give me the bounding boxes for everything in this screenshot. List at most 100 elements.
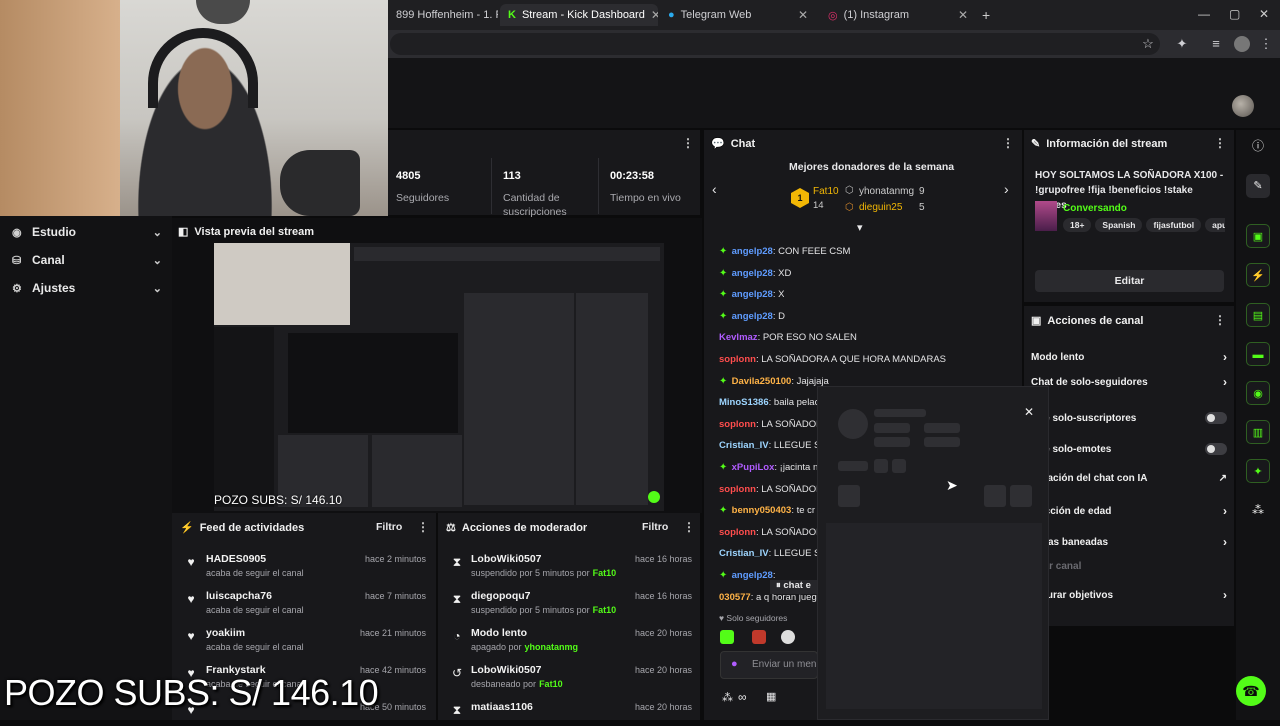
- help-icon[interactable]: ☎: [1236, 676, 1266, 706]
- store-icon[interactable]: ▦: [766, 690, 776, 703]
- chat-username[interactable]: soplonn: [719, 527, 756, 538]
- chat-username[interactable]: Davila250100: [732, 376, 792, 387]
- feed-filter-button[interactable]: Filtro: [376, 521, 402, 533]
- mod-target[interactable]: LoboWiki0507: [471, 553, 542, 565]
- mod-by[interactable]: Fat10: [539, 679, 563, 689]
- chevron-left-icon[interactable]: ‹: [712, 181, 717, 197]
- pencil-icon[interactable]: ✎: [1246, 174, 1270, 198]
- mic-icon[interactable]: ●: [731, 658, 738, 670]
- chat-paused-label: chat e: [783, 580, 811, 591]
- channel-action-item[interactable]: Modo lento ›: [1031, 350, 1227, 364]
- close-icon[interactable]: ✕: [798, 8, 808, 22]
- wrench-icon[interactable]: ✦: [1246, 459, 1270, 483]
- browser-tab-instagram[interactable]: ◎ (1) Instagram ✕: [820, 4, 976, 26]
- chat-username[interactable]: xPupiLox: [732, 462, 775, 473]
- close-icon[interactable]: ✕: [651, 8, 658, 22]
- chat-icon[interactable]: ▬: [1246, 342, 1270, 366]
- stream-preview-video[interactable]: [214, 243, 664, 511]
- mod-filter-button[interactable]: Filtro: [642, 521, 668, 533]
- channel-action-item[interactable]: Chat de solo-seguidores ›: [1031, 375, 1227, 389]
- extensions-icon[interactable]: ✦: [1174, 36, 1190, 52]
- category-name[interactable]: Conversando: [1063, 203, 1127, 214]
- minimize-icon[interactable]: —: [1198, 7, 1210, 21]
- infinity-icon[interactable]: ∞: [738, 690, 747, 704]
- emote-icon[interactable]: [720, 630, 734, 644]
- browser-tab-hoffenheim[interactable]: 899 Hoffenheim - 1. FC K✕: [388, 4, 498, 26]
- sidebar-item-ajustes[interactable]: ⚙ Ajustes ⌄: [12, 277, 162, 299]
- chat-username[interactable]: benny050403: [732, 505, 792, 516]
- chat-paused-indicator[interactable]: ⏸ chat e: [770, 580, 822, 594]
- more-icon[interactable]: ⋮: [682, 136, 694, 150]
- browser-tab-telegram[interactable]: ● Telegram Web ✕: [660, 4, 816, 26]
- chat-username[interactable]: MinoS1386: [719, 397, 769, 408]
- document-icon[interactable]: ▤: [1246, 303, 1270, 327]
- channel-action-item[interactable]: de solo-emotes: [1038, 443, 1227, 455]
- chat-message: soplonn: LA SOÑADORA: [719, 419, 817, 430]
- edit-button[interactable]: Editar: [1035, 270, 1224, 292]
- chat-username[interactable]: angelp28: [732, 289, 773, 300]
- chat-username[interactable]: 030577: [719, 592, 751, 603]
- more-icon[interactable]: ⋮: [1214, 136, 1226, 150]
- broadcast-icon[interactable]: ◉: [1246, 381, 1270, 405]
- close-icon[interactable]: ✕: [1024, 405, 1034, 419]
- chat-text: : D: [772, 310, 785, 322]
- chat-username[interactable]: soplonn: [719, 419, 756, 430]
- mod-by[interactable]: yhonatanmg: [525, 642, 579, 652]
- mod-target[interactable]: Modo lento: [471, 627, 527, 639]
- channel-action-item[interactable]: igurar objetivos ›: [1038, 588, 1227, 602]
- capture-icon[interactable]: ▣: [1246, 224, 1270, 248]
- chat-username[interactable]: soplonn: [719, 354, 756, 365]
- toggle-switch[interactable]: [1205, 443, 1227, 455]
- bolt-icon[interactable]: ⚡: [1246, 263, 1270, 287]
- close-icon[interactable]: ✕: [958, 8, 968, 22]
- sidebar-item-estudio[interactable]: ◉ Estudio ⌄: [12, 221, 162, 243]
- mod-target[interactable]: LoboWiki0507: [471, 664, 542, 676]
- chat-username[interactable]: Cristian_IV: [719, 440, 769, 451]
- channel-action-item[interactable]: ricción de edad ›: [1038, 504, 1227, 518]
- new-tab-icon[interactable]: +: [982, 7, 990, 23]
- toggle-switch[interactable]: [1205, 412, 1227, 424]
- community-icon[interactable]: ⁂: [1246, 498, 1270, 522]
- feed-user[interactable]: luiscapcha76: [206, 590, 272, 602]
- community-icon[interactable]: ⁂: [722, 691, 733, 704]
- profile-icon[interactable]: [1234, 36, 1250, 52]
- chat-username[interactable]: angelp28: [732, 246, 773, 257]
- collapse-icon[interactable]: ▾: [857, 221, 863, 234]
- menu-icon[interactable]: ⋮: [1258, 36, 1274, 52]
- chevron-right-icon[interactable]: ›: [1004, 181, 1009, 197]
- mod-by[interactable]: Fat10: [593, 568, 617, 578]
- feed-user[interactable]: HADES0905: [206, 553, 266, 565]
- sidebar-item-canal[interactable]: ⛁ Canal ⌄: [12, 249, 162, 271]
- chat-username[interactable]: angelp28: [732, 268, 773, 279]
- address-bar[interactable]: [390, 33, 1160, 55]
- channel-action-item[interactable]: eración del chat con IA ↗: [1038, 473, 1227, 484]
- mod-target[interactable]: matiaas1106: [471, 701, 533, 713]
- more-icon[interactable]: ⋮: [683, 520, 695, 534]
- tag: Spanish: [1095, 218, 1143, 232]
- mod-by[interactable]: Fat10: [593, 605, 617, 615]
- emote-icon[interactable]: [781, 630, 795, 644]
- maximize-icon[interactable]: ▢: [1229, 7, 1240, 21]
- info-icon[interactable]: ⓘ: [1246, 134, 1270, 158]
- channel-action-item[interactable]: de solo-suscriptores: [1038, 412, 1227, 424]
- media-icon[interactable]: ≡: [1208, 36, 1224, 52]
- tag: apues: [1205, 218, 1225, 232]
- layout-icon[interactable]: ▥: [1246, 420, 1270, 444]
- avatar[interactable]: [1232, 95, 1254, 117]
- browser-tab-kick-dashboard[interactable]: K Stream - Kick Dashboard ✕: [500, 4, 658, 26]
- star-icon[interactable]: ☆: [1140, 36, 1156, 52]
- more-icon[interactable]: ⋮: [417, 520, 429, 534]
- channel-action-item[interactable]: oras baneadas ›: [1038, 535, 1227, 549]
- window-close-icon[interactable]: ✕: [1259, 7, 1269, 21]
- more-icon[interactable]: ⋮: [1214, 313, 1226, 327]
- mod-target[interactable]: diegopoqu7: [471, 590, 531, 602]
- chat-username[interactable]: Kevlmaz: [719, 332, 758, 343]
- more-icon[interactable]: ⋮: [1002, 136, 1014, 150]
- chat-username[interactable]: angelp28: [732, 311, 773, 322]
- chat-username[interactable]: Cristian_IV: [719, 548, 769, 559]
- chat-username[interactable]: angelp28: [732, 570, 773, 581]
- emote-icon[interactable]: [752, 630, 766, 644]
- feed-user[interactable]: yoakiim: [206, 627, 245, 639]
- chat-username[interactable]: soplonn: [719, 484, 756, 495]
- chat-title: Chat: [730, 137, 756, 150]
